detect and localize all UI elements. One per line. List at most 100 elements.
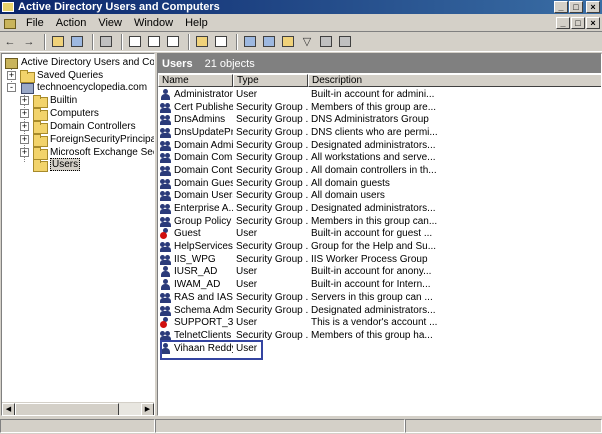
back-button[interactable]: ← [2, 34, 18, 50]
type-cell: User [236, 279, 258, 291]
show-hide-tree-icon[interactable] [69, 34, 85, 50]
tree-item-foreign-security-principals[interactable]: + ForeignSecurityPrincipals [20, 133, 154, 147]
ou-folder-icon [33, 146, 48, 160]
list-item[interactable]: Cert PublishersSecurity Group ...Members… [158, 101, 601, 114]
list-item[interactable]: Domain Users Security Group ... All domain… [158, 190, 601, 203]
expand-icon[interactable]: + [20, 95, 29, 105]
description-cell: This is a vendor's account ... [311, 317, 438, 329]
new-ou-icon[interactable] [280, 34, 296, 50]
child-restore-button[interactable]: □ [571, 17, 585, 29]
column-header-name[interactable]: Name [158, 74, 233, 87]
properties-icon[interactable] [127, 34, 143, 50]
list-item[interactable]: Domain AdminsSecurity Group ...Designate… [158, 139, 601, 152]
status-panel [0, 419, 155, 433]
list-item[interactable]: SUPPORT_38...User This is a vendor's acco… [158, 316, 601, 329]
folder-icon [33, 133, 48, 147]
new-group-icon[interactable] [261, 34, 277, 50]
collapse-icon[interactable]: - [7, 82, 16, 92]
console-icon[interactable] [3, 17, 17, 29]
scroll-left-icon[interactable]: ◀ [2, 403, 15, 415]
object-name: Domain Com... [174, 152, 233, 164]
find-icon[interactable] [318, 34, 334, 50]
console-tree[interactable]: Active Directory Users and Computer + Sa… [1, 53, 155, 416]
expand-icon[interactable]: + [20, 121, 29, 131]
tree-item-domain-controllers[interactable]: + Domain Controllers [20, 120, 136, 134]
list-item[interactable]: Administrator User Built-in account for ad… [158, 88, 601, 101]
list-item[interactable]: IIS_WPG Security Group ... IIS Worker Proc… [158, 253, 601, 266]
export-list-icon[interactable] [165, 34, 181, 50]
app-icon [2, 2, 14, 12]
description-cell: All workstations and serve... [311, 152, 436, 164]
add-to-group-icon[interactable] [337, 34, 353, 50]
tree-item-domain[interactable]: - technoencyclopedia.com [7, 81, 148, 94]
close-button[interactable]: × [586, 1, 600, 13]
scroll-right-icon[interactable]: ▶ [141, 403, 154, 415]
description-cell: All domain users [311, 190, 385, 202]
type-cell: Security Group ... [236, 114, 308, 126]
list-item[interactable]: Group Policy ...Security Group ...Member… [158, 215, 601, 228]
expand-icon[interactable]: + [20, 108, 29, 118]
list-item[interactable]: DnsUpdatePr...Security Group ...DNS clie… [158, 126, 601, 139]
domain-icon [20, 82, 34, 94]
tree-item-exchange-security[interactable]: + Microsoft Exchange Security [20, 146, 154, 160]
user-icon [160, 279, 172, 291]
menu-file[interactable]: File [20, 17, 50, 29]
name-cell: SUPPORT_38... [158, 317, 233, 329]
name-cell: RAS and IAS ... [158, 292, 233, 303]
console-tree-icon[interactable] [213, 34, 229, 50]
maximize-button[interactable]: □ [569, 1, 583, 13]
menu-window[interactable]: Window [128, 17, 179, 29]
object-name: IWAM_AD [174, 279, 221, 291]
tree-item-label: technoencyclopedia.com [37, 81, 148, 93]
group-icon [160, 292, 172, 303]
column-header-description[interactable]: Description [308, 74, 601, 87]
menu-help[interactable]: Help [179, 17, 214, 29]
list-item[interactable]: Domain Cont...Security Group ...All doma… [158, 164, 601, 177]
list-item[interactable]: Guest User Built-in account for guest ... [158, 228, 601, 241]
list-item[interactable]: Vihaan Reddy User [158, 342, 601, 355]
column-header-type[interactable]: Type [233, 74, 308, 87]
name-cell: Guest [158, 228, 233, 240]
minimize-button[interactable]: _ [554, 1, 568, 13]
child-close-button[interactable]: × [586, 17, 600, 29]
tree-item-computers[interactable]: + Computers [20, 107, 99, 121]
folder-icon [20, 69, 35, 83]
up-one-level-icon[interactable] [50, 34, 66, 50]
tree-item-saved-queries[interactable]: + Saved Queries [7, 69, 103, 83]
tree-item-users[interactable]: Users [33, 157, 81, 172]
horizontal-scrollbar[interactable]: ◀ ▶ [2, 402, 154, 415]
list-item[interactable]: IUSR_AD User Built-in account for anony... [158, 266, 601, 279]
help-icon[interactable] [194, 34, 210, 50]
list-item[interactable]: TelnetClients Security Group ... Members o… [158, 329, 601, 342]
name-cell: Domain Users [158, 190, 233, 202]
list-item[interactable]: Schema AdminsSecurity Group ...Designate… [158, 304, 601, 317]
menu-action[interactable]: Action [50, 17, 93, 29]
list-item[interactable]: Domain Com...Security Group ...All works… [158, 151, 601, 164]
menu-bar: File Action View Window Help _ □ × [0, 14, 602, 32]
folder-icon [33, 94, 48, 108]
tree-root[interactable]: Active Directory Users and Computer [4, 56, 154, 69]
list-item[interactable]: RAS and IAS ...Security Group ...Servers… [158, 291, 601, 304]
name-cell: Schema Admins [158, 305, 233, 316]
expand-icon[interactable]: + [20, 147, 29, 157]
refresh-icon[interactable] [146, 34, 162, 50]
new-user-icon[interactable] [242, 34, 258, 50]
child-minimize-button[interactable]: _ [556, 17, 570, 29]
expand-icon[interactable]: + [7, 70, 16, 80]
delete-icon[interactable] [98, 34, 114, 50]
filter-icon[interactable]: ▽ [299, 34, 315, 50]
object-name: Domain Users [174, 190, 233, 202]
list-item[interactable]: Enterprise A... Security Group ... Designa… [158, 202, 601, 215]
menu-view[interactable]: View [92, 17, 128, 29]
name-cell: HelpServices... [158, 241, 233, 253]
list-item[interactable]: DnsAdmins Security Group ... DNS Administr… [158, 113, 601, 126]
list-item[interactable]: HelpServices...Security Group ...Group f… [158, 240, 601, 253]
expand-icon[interactable]: + [20, 134, 29, 144]
description-cell: Group for the Help and Su... [311, 241, 437, 253]
tree-item-builtin[interactable]: + Builtin [20, 94, 77, 108]
scroll-thumb[interactable] [15, 403, 119, 415]
list-item[interactable]: Domain GuestsSecurity Group ...All domai… [158, 177, 601, 190]
name-cell: Domain Com... [158, 152, 233, 164]
forward-button[interactable]: → [21, 34, 37, 50]
list-item[interactable]: IWAM_AD User Built-in account for Intern..… [158, 278, 601, 291]
